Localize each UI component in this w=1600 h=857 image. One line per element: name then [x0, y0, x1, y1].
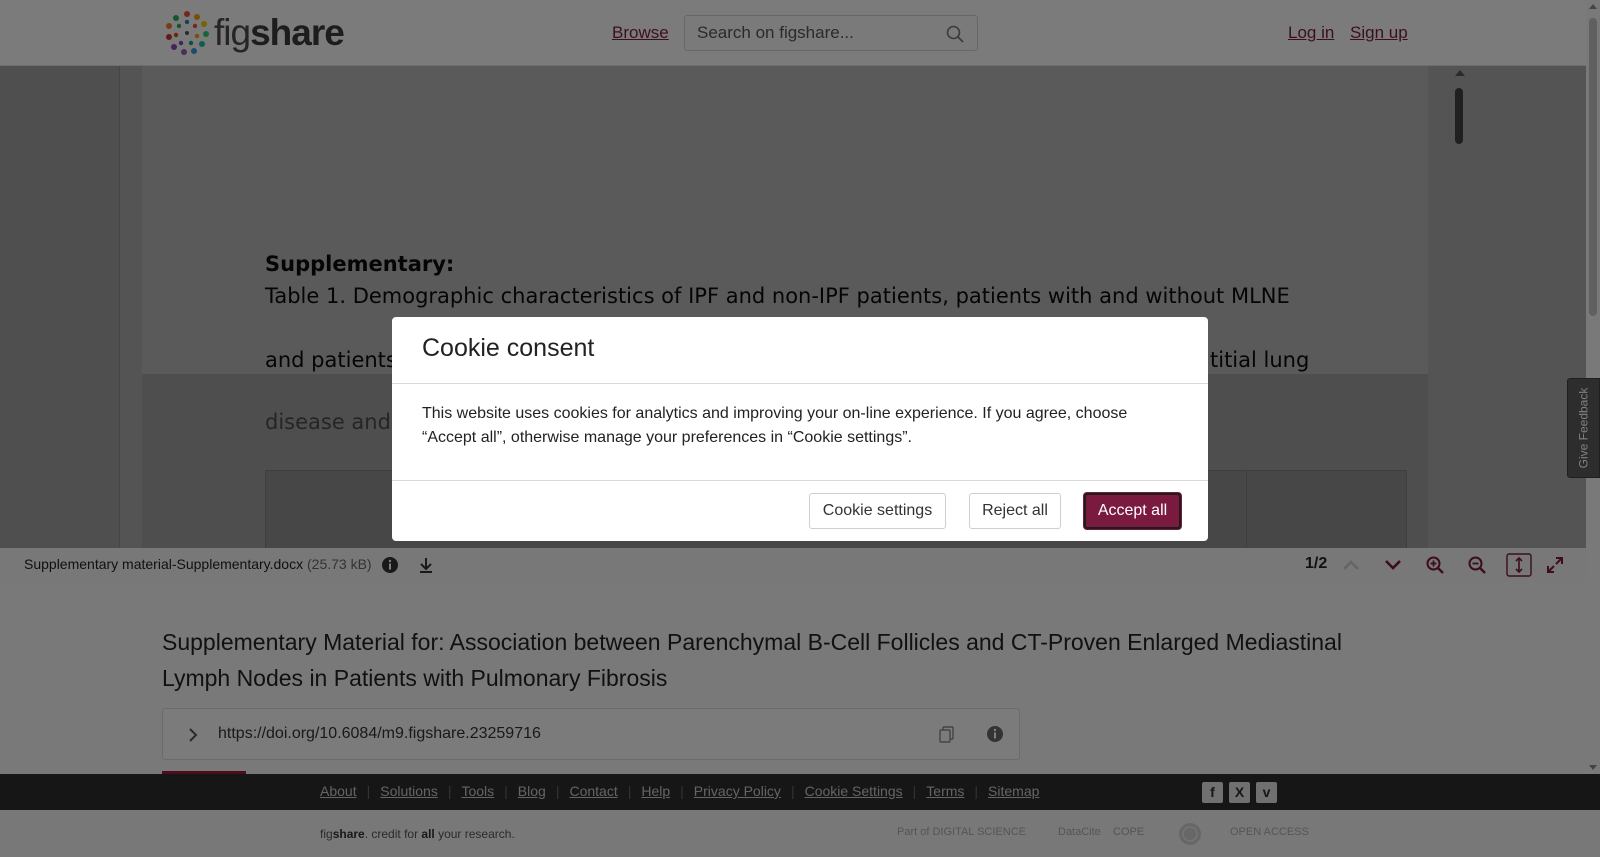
cookie-consent-dialog: Cookie consent This website uses cookies… — [392, 317, 1208, 541]
accept-all-button[interactable]: Accept all — [1084, 493, 1181, 529]
dialog-divider — [392, 480, 1208, 481]
cookie-settings-button[interactable]: Cookie settings — [809, 493, 946, 529]
cookie-dialog-body: This website uses cookies for analytics … — [422, 405, 1128, 446]
cookie-dialog-title: Cookie consent — [422, 334, 595, 362]
dialog-divider — [392, 383, 1208, 384]
reject-all-button[interactable]: Reject all — [969, 493, 1061, 529]
